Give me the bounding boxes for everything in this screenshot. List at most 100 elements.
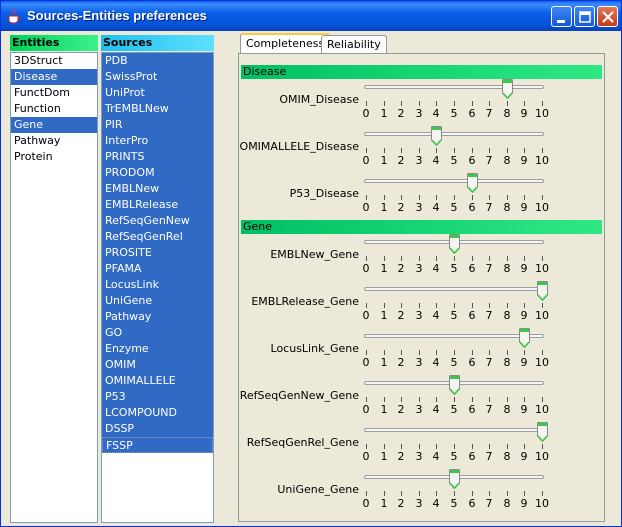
slider-thumb[interactable] bbox=[537, 281, 548, 301]
slider-label: RefSeqGenNew_Gene bbox=[239, 389, 359, 402]
slider-tick bbox=[384, 350, 385, 355]
source-item[interactable]: PRODOM bbox=[102, 165, 213, 181]
source-item[interactable]: Enzyme bbox=[102, 341, 213, 357]
slider-tick bbox=[384, 101, 385, 106]
entity-item[interactable]: Disease bbox=[11, 69, 97, 85]
slider-tick bbox=[524, 256, 525, 261]
maximize-button[interactable] bbox=[574, 6, 595, 27]
slider-tick-label: 1 bbox=[380, 107, 388, 120]
source-item[interactable]: EMBLNew bbox=[102, 181, 213, 197]
slider-tick-label: 2 bbox=[397, 450, 405, 463]
slider-track[interactable] bbox=[364, 334, 544, 338]
source-item[interactable]: SwissProt bbox=[102, 69, 213, 85]
source-item[interactable]: RefSeqGenRel bbox=[102, 229, 213, 245]
source-item[interactable]: TrEMBLNew bbox=[102, 101, 213, 117]
source-item[interactable]: RefSeqGenNew bbox=[102, 213, 213, 229]
entity-item[interactable]: Function bbox=[11, 101, 97, 117]
slider-thumb[interactable] bbox=[537, 422, 548, 442]
slider-thumb[interactable] bbox=[449, 375, 460, 395]
section-header: Gene bbox=[241, 220, 602, 234]
slider-tick-label: 4 bbox=[432, 154, 440, 167]
source-item[interactable]: OMIMALLELE bbox=[102, 373, 213, 389]
source-item[interactable]: InterPro bbox=[102, 133, 213, 149]
source-item[interactable]: UniProt bbox=[102, 85, 213, 101]
slider-track[interactable] bbox=[364, 132, 544, 136]
slider-tick bbox=[472, 256, 473, 261]
slider-tick-label: 10 bbox=[535, 497, 549, 510]
slider-thumb[interactable] bbox=[449, 234, 460, 254]
slider-track[interactable] bbox=[364, 428, 544, 432]
entities-list[interactable]: 3DStruct Disease FunctDom Function Gene Pathw… bbox=[10, 52, 98, 523]
slider-tick bbox=[384, 491, 385, 496]
source-item[interactable]: GO bbox=[102, 325, 213, 341]
sources-list[interactable]: PDB SwissProt UniProt TrEMBLNew PIR InterPro P… bbox=[101, 52, 214, 523]
slider-tick bbox=[454, 491, 455, 496]
slider-tick-label: 1 bbox=[380, 450, 388, 463]
source-item[interactable]: LocusLink bbox=[102, 277, 213, 293]
tab-reliability[interactable]: Reliability bbox=[321, 35, 387, 53]
slider-tick bbox=[542, 195, 543, 200]
slider-tick bbox=[419, 491, 420, 496]
entity-item[interactable]: FunctDom bbox=[11, 85, 97, 101]
slider-tick-label: 1 bbox=[380, 497, 388, 510]
source-item[interactable]: DSSP bbox=[102, 421, 213, 437]
slider-thumb[interactable] bbox=[519, 328, 530, 348]
source-item[interactable]: PRINTS bbox=[102, 149, 213, 165]
slider-tick bbox=[401, 397, 402, 402]
entity-item[interactable]: 3DStruct bbox=[11, 53, 97, 69]
slider-tick bbox=[542, 148, 543, 153]
minimize-button[interactable] bbox=[551, 6, 572, 27]
source-item[interactable]: PROSITE bbox=[102, 245, 213, 261]
slider-track[interactable] bbox=[364, 287, 544, 291]
close-button[interactable] bbox=[597, 6, 618, 27]
slider-tick bbox=[472, 444, 473, 449]
slider-tick bbox=[454, 148, 455, 153]
source-item[interactable]: P53 bbox=[102, 389, 213, 405]
source-item[interactable]: Pathway bbox=[102, 309, 213, 325]
entity-item[interactable]: Protein bbox=[11, 149, 97, 165]
slider-tick-label: 8 bbox=[503, 356, 511, 369]
slider-tick bbox=[507, 148, 508, 153]
slider-tick bbox=[366, 256, 367, 261]
slider-track[interactable] bbox=[364, 85, 544, 89]
slider-tick-label: 6 bbox=[468, 356, 476, 369]
completeness-panel: Disease OMIM_Disease 0 1 2 3 4 5 6 7 8 9 10 OMIMALLEL… bbox=[238, 53, 605, 522]
source-item[interactable]: PFAMA bbox=[102, 261, 213, 277]
slider-tick-label: 3 bbox=[415, 107, 423, 120]
slider-tick bbox=[401, 491, 402, 496]
slider-tick bbox=[472, 397, 473, 402]
source-item[interactable]: FSSP bbox=[102, 437, 213, 453]
close-icon bbox=[602, 11, 614, 23]
slider-tick bbox=[489, 148, 490, 153]
source-item[interactable]: LCOMPOUND bbox=[102, 405, 213, 421]
entity-item[interactable]: Gene bbox=[11, 117, 97, 133]
slider-track[interactable] bbox=[364, 179, 544, 183]
slider-tick bbox=[454, 350, 455, 355]
source-item[interactable]: PIR bbox=[102, 117, 213, 133]
slider-tick bbox=[524, 491, 525, 496]
title-bar[interactable]: Sources-Entities preferences bbox=[1, 1, 621, 31]
source-item[interactable]: UniGene bbox=[102, 293, 213, 309]
slider-thumb[interactable] bbox=[502, 79, 513, 99]
entity-item[interactable]: Pathway bbox=[11, 133, 97, 149]
slider-thumb[interactable] bbox=[431, 126, 442, 146]
slider-tick bbox=[507, 303, 508, 308]
section-header: Disease bbox=[241, 65, 602, 79]
slider-tick bbox=[384, 195, 385, 200]
slider-label: EMBLNew_Gene bbox=[270, 248, 359, 261]
slider-tick bbox=[454, 303, 455, 308]
slider-tick-label: 2 bbox=[397, 403, 405, 416]
slider-thumb[interactable] bbox=[467, 173, 478, 193]
slider-tick bbox=[489, 491, 490, 496]
slider-thumb[interactable] bbox=[449, 469, 460, 489]
slider-tick-label: 6 bbox=[468, 450, 476, 463]
tab-completeness[interactable]: Completeness bbox=[240, 33, 331, 54]
source-item[interactable]: OMIM bbox=[102, 357, 213, 373]
slider-tick-label: 7 bbox=[485, 107, 493, 120]
source-item[interactable]: PDB bbox=[102, 53, 213, 69]
source-item[interactable]: EMBLRelease bbox=[102, 197, 213, 213]
slider-tick bbox=[454, 101, 455, 106]
slider-tick-label: 3 bbox=[415, 450, 423, 463]
slider-tick-label: 3 bbox=[415, 201, 423, 214]
slider-tick bbox=[384, 444, 385, 449]
